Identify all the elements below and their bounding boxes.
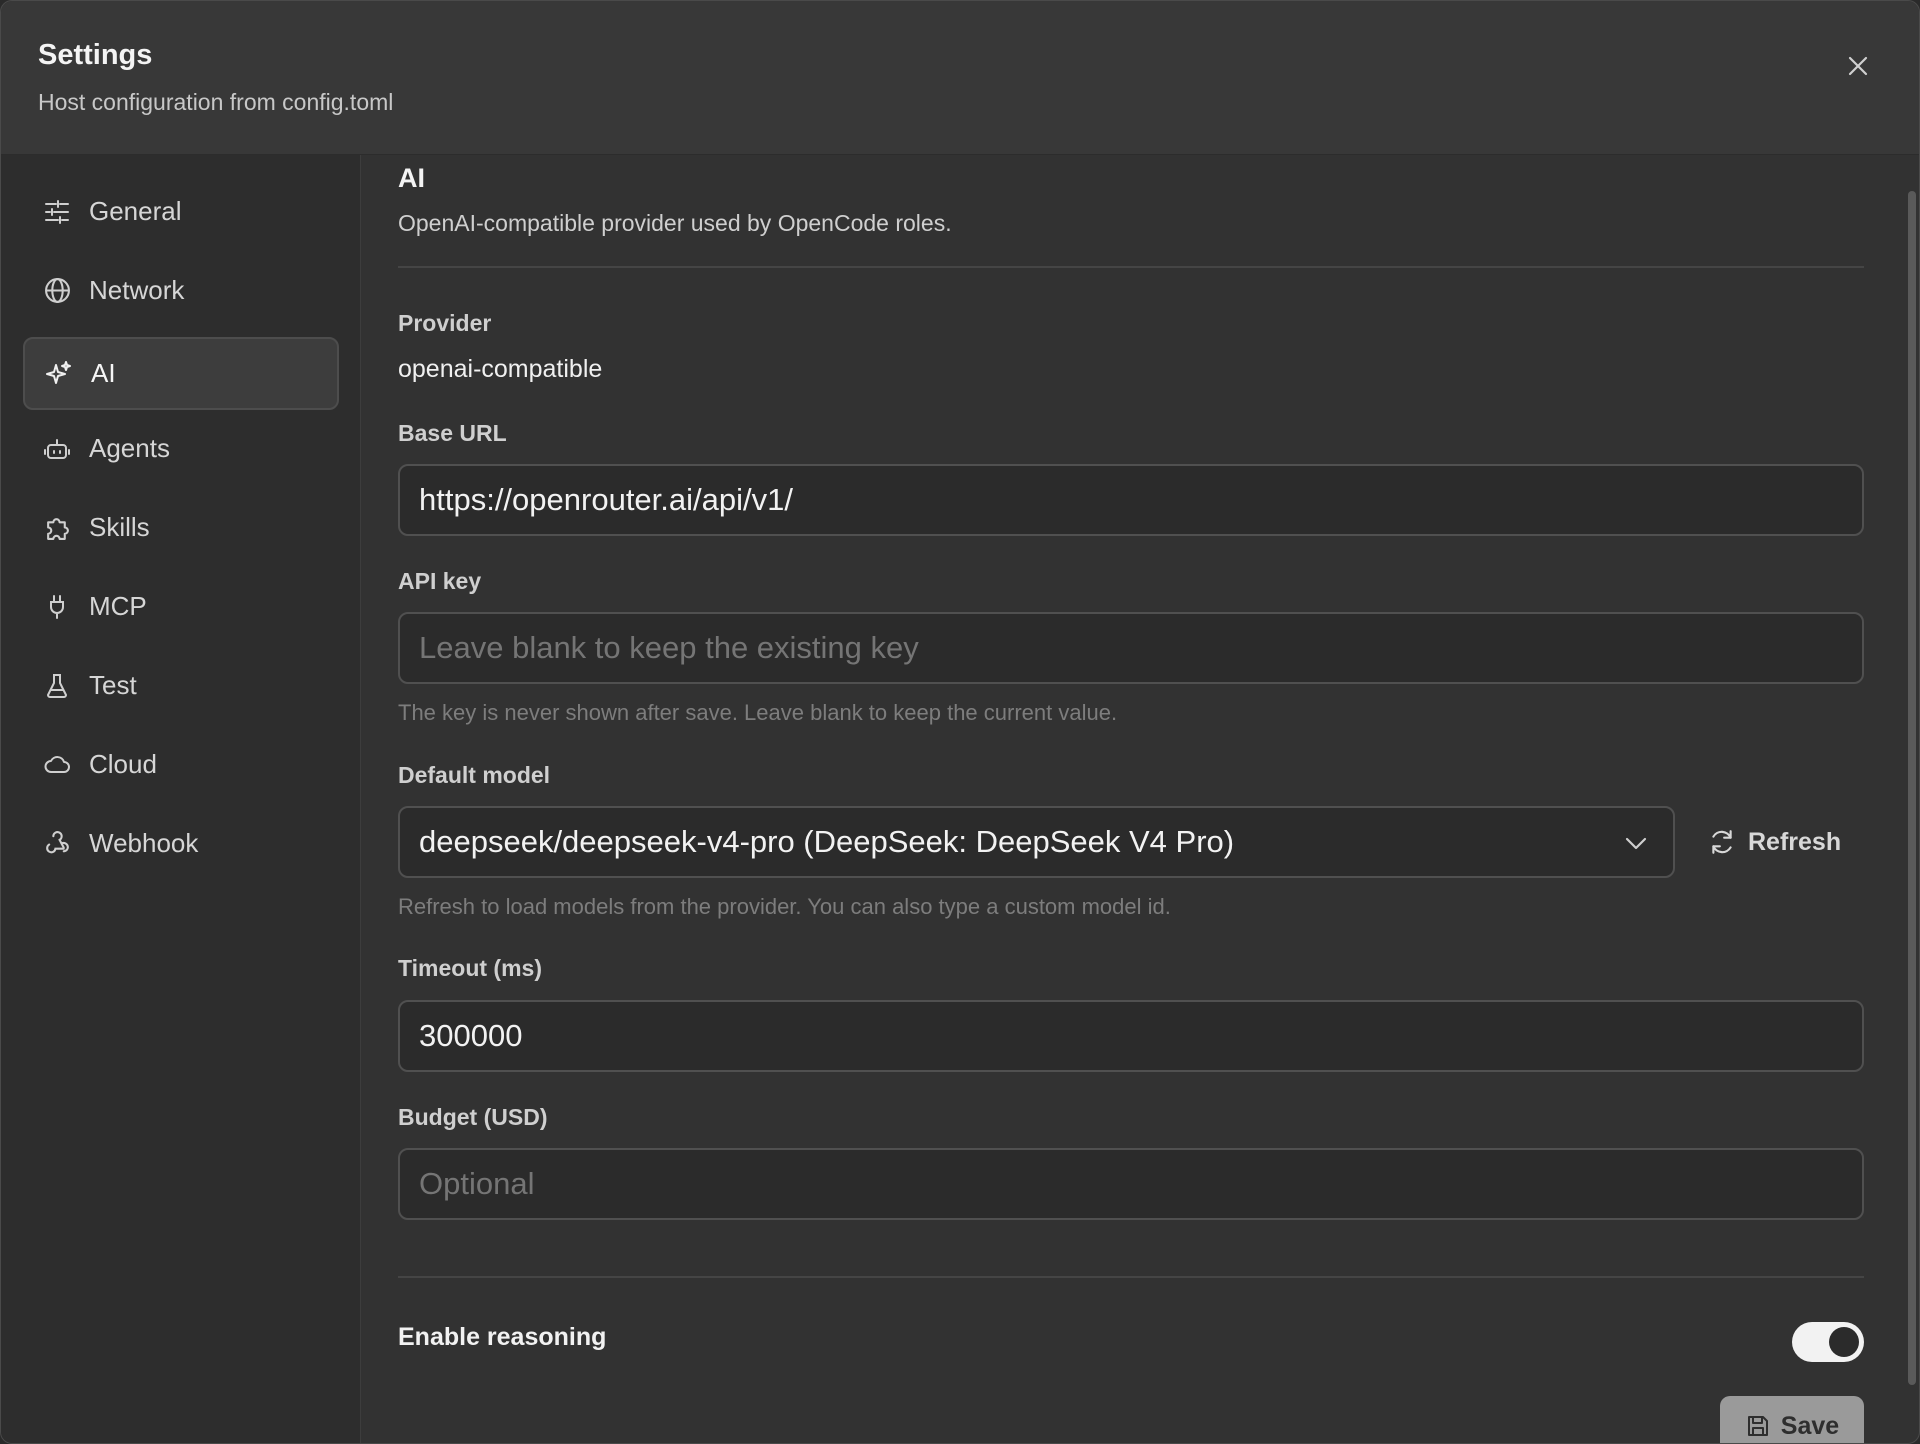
bot-icon [43, 435, 71, 463]
sidebar-item-label: MCP [89, 591, 147, 621]
provider-label: Provider [398, 310, 492, 336]
settings-dialog: Settings Host configuration from config.… [0, 0, 1920, 1444]
save-icon [1747, 1416, 1768, 1436]
sidebar-item-skills[interactable]: Skills [23, 491, 339, 564]
sidebar-item-ai[interactable]: AI [23, 337, 339, 410]
sliders-icon [43, 198, 71, 226]
toggle-knob [1829, 1327, 1859, 1357]
default-model-value: deepseek/deepseek-v4-pro (DeepSeek: Deep… [419, 824, 1235, 859]
settings-content: AI OpenAI-compatible provider used by Op… [362, 155, 1919, 1443]
puzzle-icon [43, 514, 71, 542]
close-button[interactable] [1839, 47, 1877, 85]
reasoning-toggle[interactable] [1792, 1322, 1864, 1362]
sparkles-icon [45, 360, 73, 388]
sidebar-item-label: Cloud [89, 749, 157, 779]
sidebar-item-mcp[interactable]: MCP [23, 570, 339, 643]
provider-value: openai-compatible [398, 355, 603, 383]
sidebar-item-test[interactable]: Test [23, 649, 339, 722]
sidebar-item-general[interactable]: General [23, 175, 339, 248]
cloud-icon [43, 751, 71, 779]
sidebar-item-label: Webhook [89, 828, 199, 858]
section-description: OpenAI-compatible provider used by OpenC… [398, 210, 952, 236]
dialog-header: Settings Host configuration from config.… [1, 1, 1919, 155]
sidebar-item-label: Test [89, 670, 137, 700]
sidebar-item-label: Agents [89, 433, 170, 463]
close-icon [1848, 56, 1868, 76]
chevron-down-icon [1625, 837, 1647, 850]
reasoning-label: Enable reasoning [398, 1323, 607, 1351]
timeout-label: Timeout (ms) [398, 955, 542, 981]
flask-icon [43, 672, 71, 700]
sidebar-item-label: General [89, 196, 182, 226]
sidebar-item-agents[interactable]: Agents [23, 412, 339, 485]
sidebar-item-webhook[interactable]: Webhook [23, 807, 339, 880]
sidebar-item-cloud[interactable]: Cloud [23, 728, 339, 801]
sidebar-item-label: AI [91, 358, 116, 388]
api-key-input[interactable] [398, 612, 1864, 684]
base-url-input[interactable] [398, 464, 1864, 536]
sidebar-item-label: Skills [89, 512, 150, 542]
default-model-label: Default model [398, 762, 551, 788]
refresh-label: Refresh [1748, 827, 1842, 856]
section-divider [398, 266, 1864, 268]
budget-label: Budget (USD) [398, 1104, 548, 1130]
save-button[interactable]: Save [1720, 1396, 1864, 1443]
budget-input[interactable] [398, 1148, 1864, 1220]
timeout-input[interactable] [398, 1000, 1864, 1072]
plug-icon [43, 593, 71, 621]
save-label: Save [1780, 1411, 1840, 1440]
api-key-hint: The key is never shown after save. Leave… [398, 700, 1118, 725]
webhook-icon [43, 830, 71, 858]
base-url-label: Base URL [398, 420, 507, 446]
dialog-subtitle: Host configuration from config.toml [38, 89, 394, 115]
refresh-icon [1712, 830, 1732, 854]
reasoning-divider [398, 1276, 1864, 1278]
section-title: AI [398, 163, 425, 193]
sidebar-item-network[interactable]: Network [23, 254, 339, 327]
api-key-label: API key [398, 568, 482, 594]
globe-icon [43, 277, 71, 305]
content-scrollbar[interactable] [1908, 191, 1916, 1385]
refresh-models-button[interactable]: Refresh [1708, 812, 1858, 872]
sidebar-item-label: Network [89, 275, 185, 305]
default-model-hint: Refresh to load models from the provider… [398, 894, 1171, 919]
dialog-title: Settings [38, 39, 153, 71]
settings-sidebar: General Network AI Agents Skills MCP Tes… [1, 155, 361, 1443]
default-model-select[interactable]: deepseek/deepseek-v4-pro (DeepSeek: Deep… [398, 806, 1675, 878]
